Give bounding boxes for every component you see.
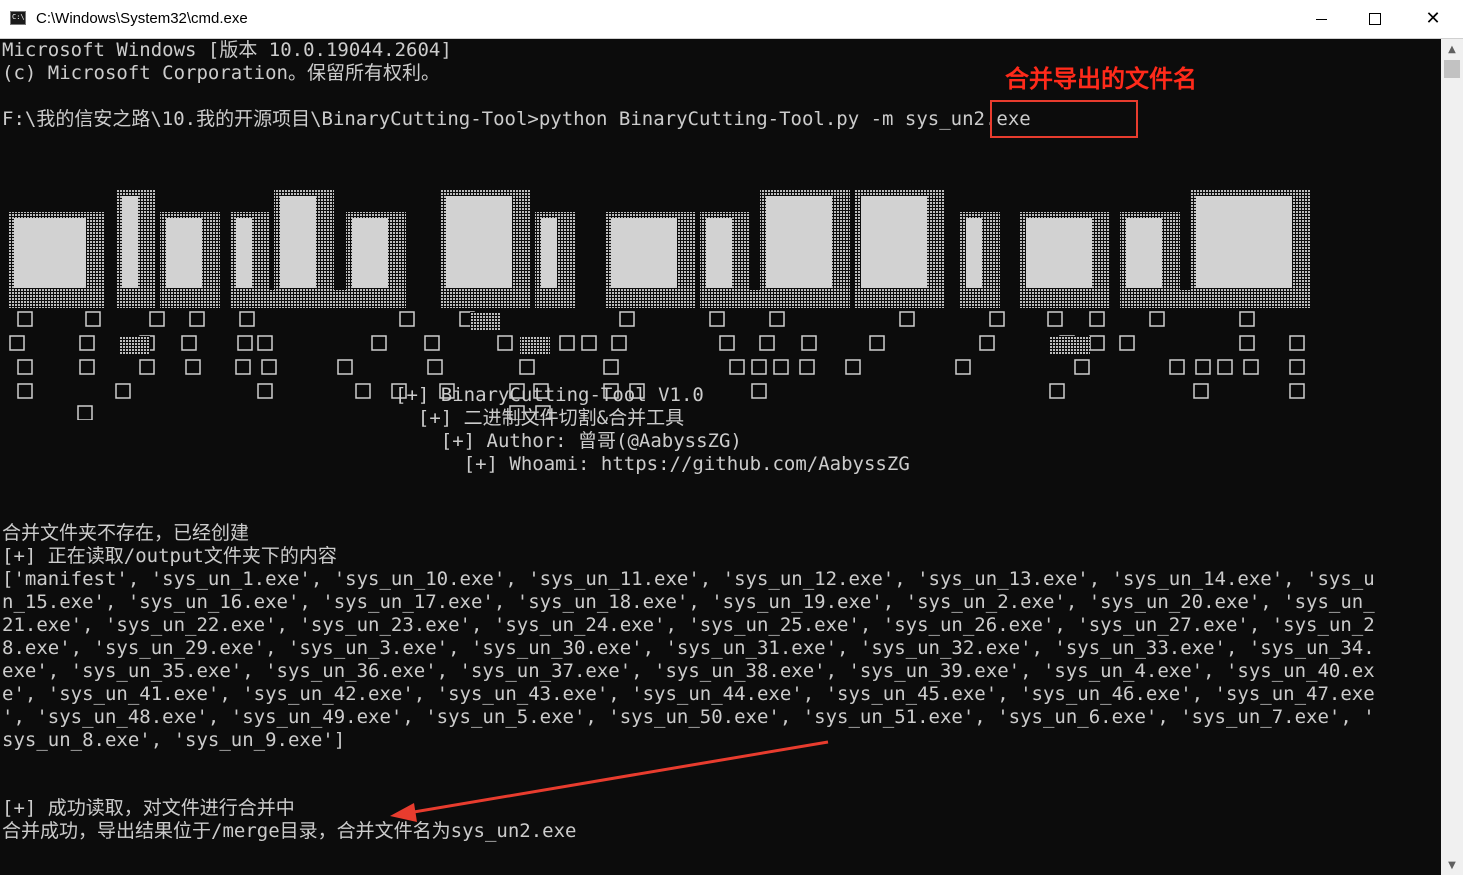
- banner-line-desc: [+] 二进制文件切割&合并工具: [395, 407, 685, 429]
- close-icon: ✕: [1425, 8, 1441, 29]
- output-line: 合并文件夹不存在，已经创建: [2, 522, 250, 544]
- banner-line-whoami: [+] Whoami: https://github.com/AabyssZG: [395, 453, 910, 475]
- console-output[interactable]: Microsoft Windows [版本 10.0.19044.2604] (…: [0, 39, 1441, 875]
- window-title: C:\Windows\System32\cmd.exe: [36, 10, 248, 27]
- header-line-version: Microsoft Windows [版本 10.0.19044.2604]: [2, 39, 452, 61]
- banner-line-author: [+] Author: 曾哥(@AabyssZG): [395, 430, 742, 452]
- output-line: ['manifest', 'sys_un_1.exe', 'sys_un_10.…: [2, 568, 1375, 590]
- minimize-button[interactable]: [1293, 0, 1349, 38]
- cmd-app-icon[interactable]: [10, 11, 26, 25]
- window-titlebar[interactable]: C:\Windows\System32\cmd.exe ✕: [0, 0, 1463, 39]
- output-line: exe', 'sys_un_35.exe', 'sys_un_36.exe', …: [2, 660, 1375, 682]
- scroll-up-arrow-icon[interactable]: ▲: [1441, 39, 1463, 59]
- close-button[interactable]: ✕: [1403, 0, 1463, 38]
- banner-line-version: [+] BinaryCutting-Tool V1.0: [395, 384, 704, 406]
- output-line: 8.exe', 'sys_un_29.exe', 'sys_un_3.exe',…: [2, 637, 1375, 659]
- vertical-scrollbar[interactable]: ▲ ▼: [1441, 39, 1463, 875]
- result-line-success: 合并成功，导出结果位于/merge目录，合并文件名为sys_un2.exe: [2, 820, 577, 842]
- output-line: 21.exe', 'sys_un_22.exe', 'sys_un_23.exe…: [2, 614, 1375, 636]
- maximize-button[interactable]: [1347, 0, 1403, 38]
- output-line: n_15.exe', 'sys_un_16.exe', 'sys_un_17.e…: [2, 591, 1375, 613]
- result-line-reading: [+] 成功读取，对文件进行合并中: [2, 797, 295, 819]
- scrollbar-thumb[interactable]: [1444, 60, 1460, 78]
- output-line: e', 'sys_un_41.exe', 'sys_un_42.exe', 's…: [2, 683, 1375, 705]
- highlight-box: [990, 100, 1138, 138]
- output-line: [+] 正在读取/output文件夹下的内容: [2, 545, 337, 567]
- minimize-icon: [1315, 18, 1327, 20]
- maximize-icon: [1369, 13, 1381, 25]
- header-line-copyright: (c) Microsoft Corporation。保留所有权利。: [2, 62, 440, 84]
- prompt-line: F:\我的信安之路\10.我的开源项目\BinaryCutting-Tool>p…: [2, 108, 1031, 131]
- scroll-down-arrow-icon[interactable]: ▼: [1441, 855, 1463, 875]
- output-line: ', 'sys_un_48.exe', 'sys_un_49.exe', 'sy…: [2, 706, 1375, 728]
- output-line: sys_un_8.exe', 'sys_un_9.exe']: [2, 729, 346, 751]
- annotation-label: 合并导出的文件名: [1005, 65, 1197, 93]
- prompt-command: F:\我的信安之路\10.我的开源项目\BinaryCutting-Tool>p…: [2, 108, 905, 130]
